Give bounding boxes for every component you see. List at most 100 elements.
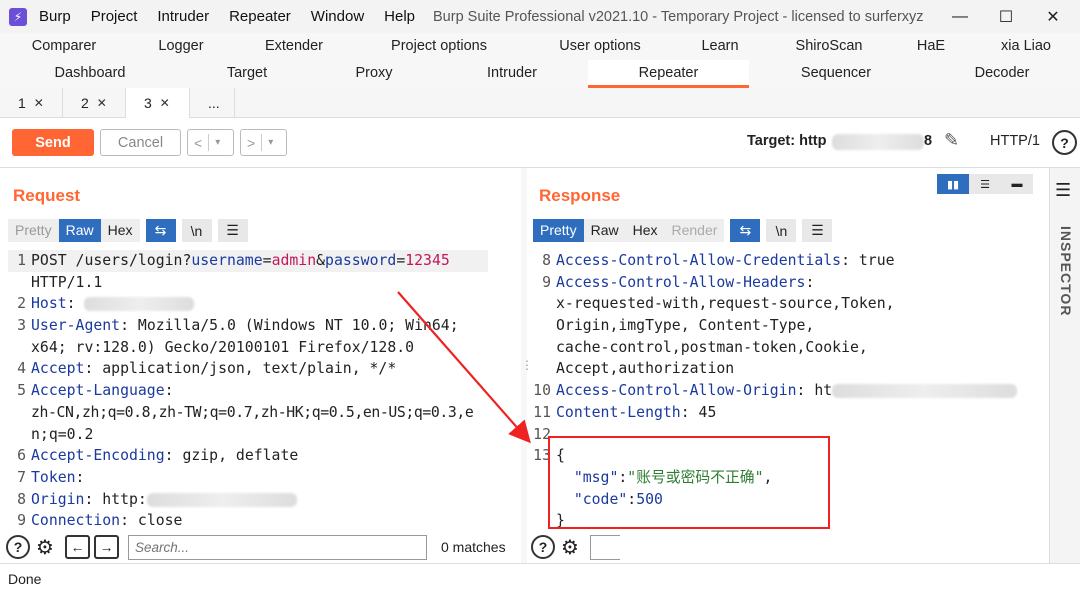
- response-tab-render[interactable]: Render: [664, 219, 725, 242]
- layout-toggle: ▮▮ ☰ ▬: [937, 174, 1033, 194]
- menu-help[interactable]: Help: [384, 8, 415, 25]
- chevron-down-icon: ▾: [268, 137, 274, 148]
- newline-toggle-icon[interactable]: \n: [181, 219, 212, 242]
- response-line-10: 10 Access-Control-Allow-Origin: ht: [533, 380, 1033, 402]
- menu-intruder[interactable]: Intruder: [157, 8, 209, 25]
- layout-stacked-icon[interactable]: ☰: [969, 174, 1001, 194]
- gear-icon[interactable]: ⚙: [33, 535, 57, 559]
- response-view-tabs: Pretty Raw Hex Render ⇆ \n ☰: [533, 219, 833, 242]
- request-line-3: 3 User-Agent: Mozilla/5.0 (Windows NT 10.…: [17, 317, 459, 335]
- request-line-6: 6 Accept-Encoding: gzip, deflate: [17, 447, 299, 465]
- tab-learn[interactable]: Learn: [690, 33, 750, 60]
- help-icon[interactable]: ?: [6, 535, 30, 559]
- response-title: Response: [539, 186, 621, 205]
- maximize-button[interactable]: ☐: [983, 0, 1029, 33]
- search-next-button[interactable]: →: [94, 535, 119, 559]
- response-tab-pretty[interactable]: Pretty: [533, 219, 584, 242]
- request-editor[interactable]: 1 POST /users/login?username=admin&passwo…: [8, 250, 516, 532]
- tab-hae[interactable]: HaE: [905, 33, 957, 60]
- request-tab-hex[interactable]: Hex: [100, 219, 140, 242]
- request-line-8: 8 Origin: http:: [8, 489, 516, 511]
- layout-tabbed-icon[interactable]: ▬: [1001, 174, 1033, 194]
- help-icon[interactable]: ?: [1052, 130, 1077, 155]
- http-version-toggle[interactable]: HTTP/1: [990, 133, 1040, 149]
- target-suffix: 8: [924, 133, 933, 149]
- tab-shiroscan[interactable]: ShiroScan: [787, 33, 871, 60]
- inspector-label[interactable]: INSPECTOR: [1058, 226, 1074, 316]
- chevron-down-icon: ▾: [215, 137, 221, 148]
- menu-icon[interactable]: ☰: [217, 219, 248, 242]
- wrap-lines-icon[interactable]: ⇆: [145, 219, 176, 242]
- search-previous-button[interactable]: ←: [65, 535, 90, 559]
- history-back-button[interactable]: < ▾: [187, 129, 234, 156]
- subtab-label: ...: [208, 95, 220, 111]
- minimize-button[interactable]: —: [937, 0, 983, 33]
- pencil-icon[interactable]: ✎: [944, 130, 959, 151]
- newline-toggle-icon[interactable]: \n: [766, 219, 797, 242]
- request-tab-pretty[interactable]: Pretty: [8, 219, 59, 242]
- response-line-8: 8 Access-Control-Allow-Credentials: true: [542, 252, 895, 269]
- menu-project[interactable]: Project: [91, 8, 138, 25]
- wrap-lines-icon[interactable]: ⇆: [730, 219, 761, 242]
- window-title: Burp Suite Professional v2021.10 - Tempo…: [433, 8, 924, 25]
- gear-icon[interactable]: ⚙: [558, 535, 582, 559]
- annotation-highlight-box: [548, 436, 830, 529]
- response-tab-raw[interactable]: Raw: [583, 219, 626, 242]
- chevron-right-icon: >: [247, 134, 256, 151]
- tab-decoder[interactable]: Decoder: [960, 60, 1044, 87]
- repeater-tab-1[interactable]: 1 ✕: [0, 88, 63, 118]
- response-tab-hex[interactable]: Hex: [625, 219, 665, 242]
- menu-window[interactable]: Window: [311, 8, 364, 25]
- tab-proxy[interactable]: Proxy: [335, 60, 413, 87]
- close-icon[interactable]: ✕: [97, 96, 107, 110]
- tab-row-secondary: Comparer Logger Extender Project options…: [0, 33, 1080, 60]
- tab-target[interactable]: Target: [205, 60, 289, 87]
- response-line-9: 9 Access-Control-Allow-Headers:: [542, 273, 815, 291]
- request-line-7: 7 Token:: [17, 468, 85, 486]
- tab-logger[interactable]: Logger: [140, 33, 222, 60]
- tab-repeater[interactable]: Repeater: [588, 60, 749, 88]
- tab-xia-liao[interactable]: xia Liao: [990, 33, 1062, 60]
- close-window-button[interactable]: ✕: [1030, 0, 1076, 33]
- layout-side-by-side-icon[interactable]: ▮▮: [937, 174, 969, 194]
- subtab-label: 1: [18, 95, 26, 111]
- request-line-4: 4 Accept: application/json, text/plain, *…: [17, 360, 397, 378]
- close-icon[interactable]: ✕: [160, 96, 170, 110]
- send-button[interactable]: Send: [12, 129, 94, 156]
- tab-intruder[interactable]: Intruder: [468, 60, 556, 87]
- response-search-input[interactable]: [590, 535, 620, 560]
- title-bar: ⚡ Burp Project Intruder Repeater Window …: [0, 0, 1080, 33]
- request-line-9: 9 Connection: close: [17, 512, 183, 530]
- cancel-button[interactable]: Cancel: [100, 129, 181, 156]
- tab-project-options[interactable]: Project options: [380, 33, 498, 60]
- tab-dashboard[interactable]: Dashboard: [40, 60, 140, 87]
- response-line-11: 11 Content-Length: 45: [533, 403, 717, 421]
- menu-burp[interactable]: Burp: [39, 8, 71, 25]
- close-icon[interactable]: ✕: [34, 96, 44, 110]
- request-line-5: 5 Accept-Language:: [17, 382, 174, 400]
- search-match-count: 0 matches: [441, 539, 506, 555]
- request-line-2: 2 Host:: [8, 293, 516, 315]
- tab-row-primary: Dashboard Target Proxy Intruder Repeater…: [0, 60, 1080, 88]
- request-title: Request: [13, 186, 81, 205]
- repeater-tab-3[interactable]: 3 ✕: [126, 88, 190, 118]
- status-text: Done: [8, 571, 42, 587]
- help-icon[interactable]: ?: [531, 535, 555, 559]
- drag-handle-icon[interactable]: ⋮: [521, 358, 533, 372]
- tab-sequencer[interactable]: Sequencer: [790, 60, 882, 87]
- menu-repeater[interactable]: Repeater: [229, 8, 291, 25]
- tab-user-options[interactable]: User options: [550, 33, 650, 60]
- repeater-tab-2[interactable]: 2 ✕: [63, 88, 126, 118]
- tab-extender[interactable]: Extender: [250, 33, 338, 60]
- search-input[interactable]: [128, 535, 427, 560]
- target-host-redacted: [832, 134, 924, 150]
- request-tab-raw[interactable]: Raw: [58, 219, 101, 242]
- history-forward-button[interactable]: > ▾: [240, 129, 287, 156]
- tab-comparer[interactable]: Comparer: [20, 33, 108, 60]
- menu-icon[interactable]: ☰: [802, 219, 833, 242]
- repeater-tab-new[interactable]: ...: [190, 88, 235, 118]
- chevron-left-icon: <: [194, 134, 203, 151]
- inspector-menu-icon[interactable]: ☰: [1055, 180, 1071, 201]
- request-line-1: 1 POST /users/login?username=admin&passwo…: [8, 250, 488, 272]
- subtab-label: 2: [81, 95, 89, 111]
